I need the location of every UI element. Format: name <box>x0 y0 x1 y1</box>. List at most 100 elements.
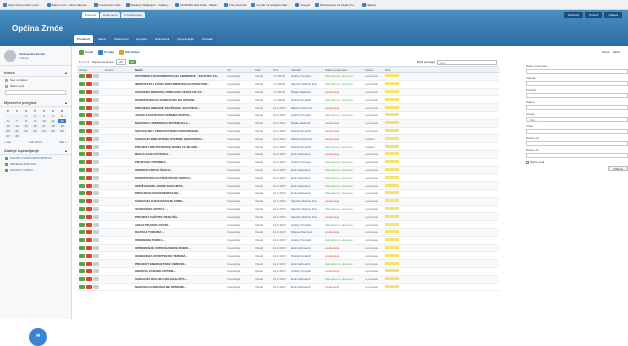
calendar-day[interactable]: 23 <box>31 129 39 133</box>
row-title[interactable]: UREĐENJE PARKA ... <box>135 238 227 242</box>
row-title[interactable]: PRIJEVOZ I PROMET... <box>135 160 227 164</box>
row-owner[interactable]: Emil Jačmenić <box>291 191 325 195</box>
calendar-day[interactable]: 24 <box>40 129 48 133</box>
row-title[interactable]: OPSTINSKA DOKUMENTACIJA ZBORNICE - ZAHTJ… <box>135 74 227 78</box>
column-header[interactable]: Vlasnik <box>291 68 325 72</box>
view-icon[interactable] <box>93 121 99 126</box>
edit-icon[interactable] <box>79 152 85 157</box>
row-owner[interactable]: Andrej Trumpic <box>291 113 325 117</box>
column-header[interactable]: Prio. <box>273 68 291 72</box>
table-row[interactable]: UREĐENJE PARKA ... Investicije Visoki 12.2.… <box>77 237 499 245</box>
row-owner[interactable]: Sandra Vidmar Kra... <box>291 207 325 211</box>
row-title[interactable]: OPREMANJE VATROGASNOG DOMA... <box>135 246 227 250</box>
calendar-day[interactable]: 12 <box>58 119 66 123</box>
edit-icon[interactable] <box>79 183 85 188</box>
row-owner[interactable]: Petrak Kovačić <box>291 254 325 258</box>
nav-tab[interactable]: Dokumenti <box>111 35 132 43</box>
edit-icon[interactable] <box>79 175 85 180</box>
calendar-day[interactable]: 2 <box>31 114 39 118</box>
row-title[interactable]: RAZVOJ TURIZMA ... <box>135 230 227 234</box>
calendar-prev-link[interactable]: « Jan <box>4 140 11 144</box>
row-title[interactable]: PROJEKT DRUŠTVENOG DOMA ZA MLADE... <box>135 145 227 149</box>
view-icon[interactable] <box>93 128 99 133</box>
column-header[interactable]: Status predmeta <box>325 68 365 72</box>
delete-icon[interactable] <box>86 113 92 118</box>
top-right-item[interactable]: Odjava <box>604 12 622 18</box>
go-button[interactable]: Idi <box>128 60 136 64</box>
row-owner[interactable]: Petrak Kovačić <box>291 145 325 149</box>
nav-tab[interactable]: Kontakti <box>198 35 216 43</box>
filter-input[interactable] <box>526 69 628 74</box>
calendar-day[interactable]: 4 <box>49 114 57 118</box>
table-row[interactable]: NABAVKA UREDSKOG MATERIJALA... Investicij… <box>77 119 499 128</box>
calendar-day[interactable]: 17 <box>40 124 48 128</box>
view-icon[interactable] <box>93 82 99 87</box>
edit-icon[interactable] <box>79 277 85 282</box>
edit-icon[interactable] <box>79 89 85 94</box>
delete-icon[interactable] <box>86 284 92 289</box>
delete-icon[interactable] <box>86 261 92 266</box>
chat-icon[interactable]: ❝ <box>29 328 47 346</box>
row-title[interactable]: PROCENA OBRADE TRAŽENOG ZAHTJEVA... <box>135 106 227 110</box>
delete-icon[interactable] <box>86 222 92 227</box>
records-select[interactable]: 20 <box>116 59 126 65</box>
inbox-search-input[interactable] <box>5 90 66 95</box>
column-header[interactable]: Rok <box>385 68 405 72</box>
edit-icon[interactable] <box>79 97 85 102</box>
filter-input[interactable] <box>526 129 628 134</box>
row-title[interactable]: SANACIJA BIBLIOTEKE STARINA GRADSKOG... <box>135 137 227 141</box>
delete-icon[interactable] <box>86 191 92 196</box>
calendar-day[interactable]: 13 <box>4 124 12 128</box>
page-links[interactable]: 1 | 2 | 3 <box>79 60 89 64</box>
calendar-day[interactable]: 15 <box>22 124 30 128</box>
row-owner[interactable]: Andrej Trumpic <box>291 223 325 227</box>
table-row[interactable]: RAZVOJ TURIZMA ... Investicije Visoki 12.2.… <box>77 228 499 237</box>
edit-icon[interactable] <box>79 82 85 87</box>
top-tab[interactable]: Početna <box>82 12 100 18</box>
edit-icon[interactable] <box>79 128 85 133</box>
delete-icon[interactable] <box>86 74 92 79</box>
edit-icon[interactable] <box>79 105 85 110</box>
calendar-day[interactable]: 9 <box>31 119 39 123</box>
calendar-day[interactable]: 6 <box>4 119 12 123</box>
table-row[interactable]: PROCJENA DOKUMENTACIJE... Investicije Viso… <box>77 190 499 198</box>
row-owner[interactable]: Sandra Vidmar Kra... <box>291 199 325 203</box>
view-icon[interactable] <box>93 144 99 149</box>
delete-icon[interactable] <box>86 175 92 180</box>
view-icon[interactable] <box>93 160 99 165</box>
bookmark-item[interactable]: Najvise <box>361 2 376 7</box>
column-header[interactable]: Status <box>365 68 385 72</box>
view-icon[interactable] <box>93 261 99 266</box>
table-row[interactable]: ASFALTIRANJE CESTE... Investicije Visoki 12… <box>77 221 499 229</box>
edit-icon[interactable] <box>79 206 85 211</box>
table-row[interactable]: OPREMANJE VATROGASNOG DOMA... Investicije… <box>77 244 499 253</box>
row-title[interactable]: ASFALTIRANJE CESTE... <box>135 223 227 227</box>
bookmark-item[interactable]: Customize Links <box>93 2 121 7</box>
column-header[interactable]: Naziv <box>135 68 227 72</box>
bookmark-item[interactable]: Centar za socijalni Rad ... <box>251 2 290 7</box>
edit-icon[interactable] <box>79 113 85 118</box>
view-icon[interactable] <box>93 167 99 172</box>
row-title[interactable]: SANACIJA DIVLJIH ODLAGALIŠTA... <box>135 277 227 281</box>
view-icon[interactable] <box>93 245 99 250</box>
row-owner[interactable]: Petrak Kovačić <box>291 129 325 133</box>
delete-icon[interactable] <box>86 269 92 274</box>
delete-icon[interactable] <box>86 167 92 172</box>
row-owner[interactable]: Emil Jačmenić <box>291 277 325 281</box>
row-title[interactable]: REGULACIJA POTOKA ... <box>135 152 227 156</box>
view-icon[interactable] <box>93 284 99 289</box>
delete-icon[interactable] <box>86 183 92 188</box>
filter-checkbox[interactable]: Samo moji <box>526 160 628 164</box>
nav-tab[interactable]: Predmeti <box>74 35 93 43</box>
calendar-day[interactable]: 27 <box>4 134 12 138</box>
edit-icon[interactable] <box>79 230 85 235</box>
calendar-day[interactable]: 5 <box>58 114 66 118</box>
calendar-day[interactable] <box>4 114 12 118</box>
row-owner[interactable]: Željko Radović <box>291 90 325 94</box>
delete-icon[interactable] <box>86 136 92 141</box>
edit-icon[interactable] <box>79 199 85 204</box>
table-row[interactable]: IDENTITETA I LIČNA DOKUMENTACIJA PROIZVO… <box>77 81 499 89</box>
calendar-day[interactable]: 28 <box>13 134 21 138</box>
calendar-day[interactable]: 11 <box>49 119 57 123</box>
view-icon[interactable] <box>93 74 99 79</box>
